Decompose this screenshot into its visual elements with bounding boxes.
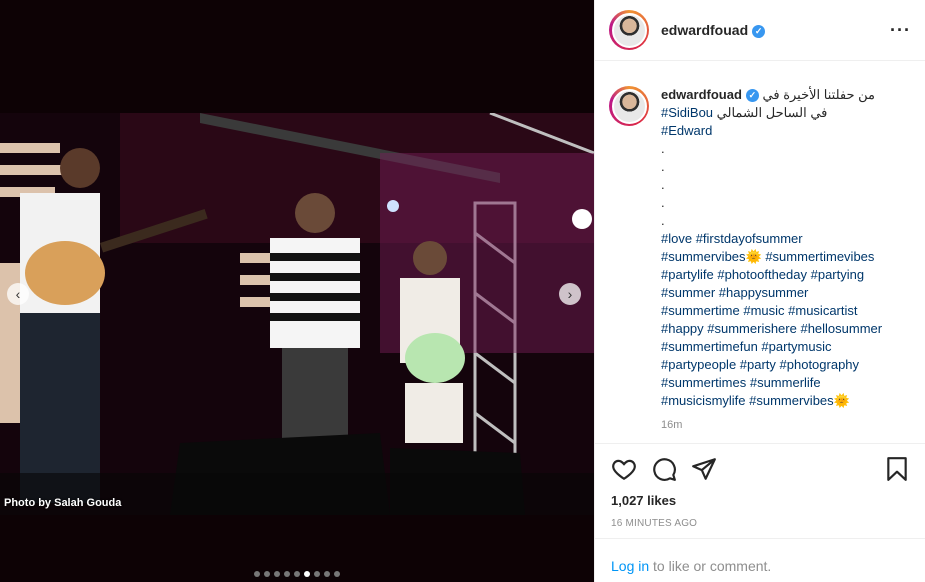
caption-dot-line: . xyxy=(661,177,665,192)
carousel-dot xyxy=(304,571,310,577)
hashtag-line[interactable]: #partypeople #party #photography xyxy=(661,356,911,374)
username-text[interactable]: edwardfouad xyxy=(661,22,748,38)
header-username[interactable]: edwardfouad ✓ xyxy=(661,22,766,38)
hashtag-line[interactable]: #summer #happysummer xyxy=(661,284,911,302)
carousel-dot xyxy=(254,571,260,577)
hashtag-link[interactable]: #SidiBou xyxy=(661,105,713,120)
carousel-dot xyxy=(334,571,340,577)
post-media: Photo by Salah Gouda ‹ › xyxy=(0,0,594,582)
login-link[interactable]: Log in xyxy=(611,558,649,574)
verified-badge-icon: ✓ xyxy=(752,25,766,38)
carousel-next-button[interactable]: › xyxy=(559,283,581,305)
hashtag-line[interactable]: #summertime #music #musicartist xyxy=(661,302,911,320)
heart-icon[interactable] xyxy=(611,456,637,482)
carousel-dot xyxy=(294,571,300,577)
caption-dot-line: . xyxy=(661,159,665,174)
carousel-dot xyxy=(264,571,270,577)
caption-hashtags: #love #firstdayofsummer #summervibes🌞 #su… xyxy=(661,230,911,410)
avatar-image xyxy=(611,12,647,48)
caption-timestamp[interactable]: 16m xyxy=(661,416,911,434)
action-icons xyxy=(611,456,910,482)
post-photo[interactable]: Photo by Salah Gouda xyxy=(0,113,594,515)
caption-arabic-1: من حفلتنا الأخيرة في xyxy=(762,87,875,102)
hashtag-line[interactable]: #happy #summerishere #hellosummer xyxy=(661,320,911,338)
concert-photo-illustration xyxy=(0,113,594,515)
caption-dot-line: . xyxy=(661,141,665,156)
caption-arabic-2: في الساحل الشمالي xyxy=(716,105,828,120)
hashtag-line[interactable]: #musicismylife #summervibes🌞 xyxy=(661,392,911,410)
verified-badge-icon: ✓ xyxy=(745,89,759,102)
hashtag-line[interactable]: #summervibes🌞 #summertimevibes xyxy=(661,248,911,266)
caption-dot-line: . xyxy=(661,213,665,228)
more-options-icon[interactable]: ··· xyxy=(890,20,911,41)
carousel-dot xyxy=(324,571,330,577)
caption-body: edwardfouad ✓ من حفلتنا الأخيرة في #SidiB… xyxy=(661,86,911,434)
chevron-left-icon: ‹ xyxy=(15,286,21,302)
hashtag-link[interactable]: #Edward xyxy=(661,123,712,138)
caption-username[interactable]: edwardfouad ✓ xyxy=(661,87,759,102)
avatar[interactable] xyxy=(609,10,649,50)
caption-dot-lines: ..... xyxy=(661,140,911,230)
post-sidebar: edwardfouad ✓ ··· edwardfouad ✓ من حفلتنا … xyxy=(594,0,925,582)
carousel-prev-button[interactable]: ‹ xyxy=(7,283,29,305)
hashtag-line[interactable]: #love #firstdayofsummer xyxy=(661,230,911,248)
carousel-indicator xyxy=(0,571,594,577)
post-actions: 1,027 likes 16 MINUTES AGO xyxy=(595,443,925,529)
caption-avatar-image xyxy=(611,88,647,124)
caption: edwardfouad ✓ من حفلتنا الأخيرة في #SidiB… xyxy=(609,86,912,434)
carousel-dot xyxy=(274,571,280,577)
login-prompt: Log in to like or comment. xyxy=(595,538,925,574)
likes-count[interactable]: 1,027 likes xyxy=(611,493,910,508)
bookmark-icon[interactable] xyxy=(884,456,910,482)
chevron-right-icon: › xyxy=(567,286,573,302)
photo-credit: Photo by Salah Gouda xyxy=(4,497,122,509)
hashtag-line[interactable]: #partylife #photooftheday #partying xyxy=(661,266,911,284)
caption-area: edwardfouad ✓ من حفلتنا الأخيرة في #SidiB… xyxy=(595,62,925,443)
carousel-dot xyxy=(284,571,290,577)
comment-icon[interactable] xyxy=(651,456,677,482)
post-timestamp: 16 MINUTES AGO xyxy=(611,518,698,529)
login-prompt-text: to like or comment. xyxy=(649,558,772,574)
hashtag-line[interactable]: #summertimefun #partymusic xyxy=(661,338,911,356)
carousel-dot xyxy=(314,571,320,577)
caption-avatar[interactable] xyxy=(609,86,649,126)
hashtag-line[interactable]: #summertimes #summerlife xyxy=(661,374,911,392)
post-header: edwardfouad ✓ ··· xyxy=(595,0,925,61)
paper-plane-icon[interactable] xyxy=(691,456,717,482)
caption-dot-line: . xyxy=(661,195,665,210)
